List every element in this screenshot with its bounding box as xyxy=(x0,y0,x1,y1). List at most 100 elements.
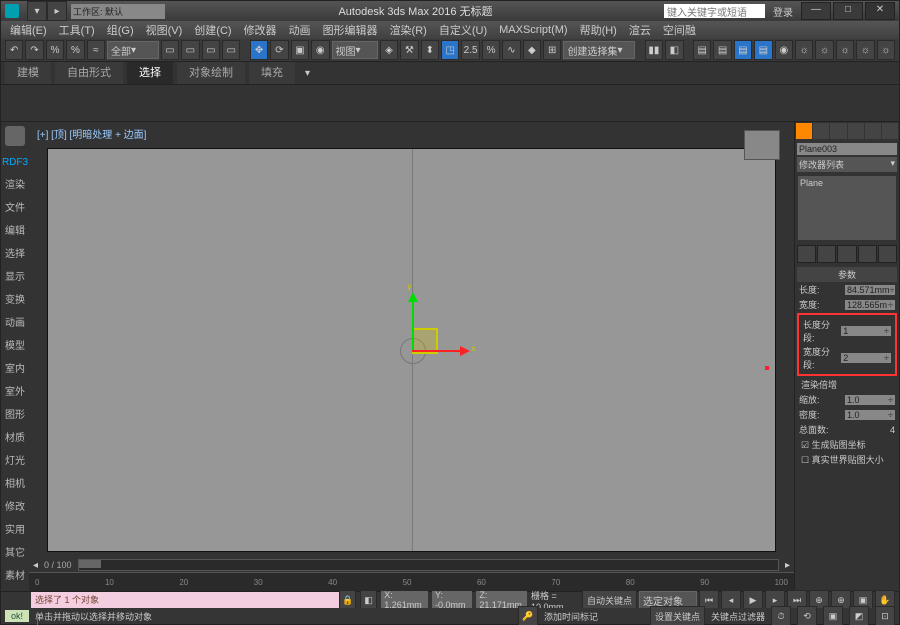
nav-misc-button[interactable]: ⊡ xyxy=(875,606,895,625)
left-tab[interactable]: 相机 xyxy=(5,472,25,493)
viewport-config-icon[interactable] xyxy=(5,126,25,146)
width-spinner[interactable]: 128.565m÷ xyxy=(845,300,895,310)
axis-button[interactable]: ◆ xyxy=(523,40,541,60)
rect-select-button[interactable]: ▭ xyxy=(202,40,220,60)
left-tab[interactable]: 实用 xyxy=(5,518,25,539)
menu-customize[interactable]: 自定义(U) xyxy=(434,22,492,38)
hierarchy-tab[interactable] xyxy=(830,123,846,139)
left-tab[interactable]: 室内 xyxy=(5,357,25,378)
menu-extra[interactable]: 空间融 xyxy=(658,22,701,38)
tab-objectpaint[interactable]: 对象绘制 xyxy=(177,62,245,84)
timeline-ruler[interactable]: 0 10 20 30 40 50 60 70 80 90 100 xyxy=(29,572,794,591)
nav-walk-button[interactable]: ◩ xyxy=(849,606,869,625)
tab-populate[interactable]: 填充 xyxy=(249,62,295,84)
undo-button[interactable]: ↶ xyxy=(5,40,23,60)
left-tab[interactable]: 显示 xyxy=(5,265,25,286)
login-link[interactable]: 登录 xyxy=(773,4,793,19)
left-tab[interactable]: RDF3 xyxy=(2,154,28,171)
left-tab[interactable]: 选择 xyxy=(5,242,25,263)
redo-button[interactable]: ↷ xyxy=(25,40,43,60)
scale-spinner[interactable]: 1.0÷ xyxy=(845,395,895,405)
menu-create[interactable]: 创建(C) xyxy=(189,22,236,38)
pivot-button[interactable]: ◈ xyxy=(380,40,398,60)
lock-button[interactable]: 🔒 xyxy=(339,590,356,610)
rotate-button[interactable]: ⟳ xyxy=(270,40,288,60)
render-button[interactable]: ☼ xyxy=(836,40,854,60)
rollup-parameters[interactable]: 参数 xyxy=(797,267,897,282)
menu-maxscript[interactable]: MAXScript(M) xyxy=(494,24,572,36)
display-tab[interactable] xyxy=(865,123,881,139)
link-button[interactable]: % xyxy=(46,40,64,60)
close-button[interactable]: ✕ xyxy=(865,2,895,20)
menu-render[interactable]: 渲染(R) xyxy=(385,22,432,38)
menu-graph[interactable]: 图形编辑器 xyxy=(318,22,383,38)
left-tab[interactable]: 其它 xyxy=(5,541,25,562)
mirror-button[interactable]: ▮▮ xyxy=(645,40,663,60)
bind-button[interactable]: ≈ xyxy=(87,40,105,60)
named-selection[interactable]: 创建选择集 ▾ xyxy=(563,41,635,59)
coord-button[interactable]: ◧ xyxy=(360,590,377,610)
titlebar-btn[interactable]: ▸ xyxy=(47,1,67,21)
menu-view[interactable]: 视图(V) xyxy=(141,22,188,38)
time-config-button[interactable]: ⏱ xyxy=(771,606,791,625)
time-range-button[interactable]: ▸ xyxy=(785,560,790,571)
selection-filter[interactable]: 全部 ▾ xyxy=(107,41,159,59)
object-name-field[interactable]: Plane003 xyxy=(797,143,897,155)
left-tab[interactable]: 渲染 xyxy=(5,173,25,194)
layer-explorer-button[interactable]: ▤ xyxy=(713,40,731,60)
left-tab[interactable]: 模型 xyxy=(5,334,25,355)
time-tag-button[interactable]: 🔑 xyxy=(518,606,538,625)
move-button[interactable]: ✥ xyxy=(250,40,268,60)
tab-selection[interactable]: 选择 xyxy=(127,62,173,84)
setkey-button[interactable]: 设置关键点 xyxy=(650,606,705,625)
spinner-snap-button[interactable]: ∿ xyxy=(502,40,520,60)
snap-toggle-button[interactable]: ◳ xyxy=(441,40,459,60)
density-spinner[interactable]: 1.0÷ xyxy=(845,410,895,420)
viewport[interactable]: x y xyxy=(47,148,776,552)
real-world-checkbox[interactable]: ☐ 真实世界贴图大小 xyxy=(801,453,893,466)
time-slider[interactable] xyxy=(78,559,779,571)
left-tab[interactable]: 编辑 xyxy=(5,219,25,240)
utilities-tab[interactable] xyxy=(882,123,898,139)
play-button[interactable]: ▶ xyxy=(743,590,763,610)
render-last-button[interactable]: ☼ xyxy=(856,40,874,60)
unlink-button[interactable]: % xyxy=(66,40,84,60)
render-frame-button[interactable]: ☼ xyxy=(815,40,833,60)
menu-group[interactable]: 组(G) xyxy=(102,22,139,38)
viewport-label[interactable]: [+] [顶] [明暗处理 + 边面] xyxy=(37,126,146,141)
tab-modeling[interactable]: 建模 xyxy=(5,62,51,84)
length-spinner[interactable]: 84.571mm÷ xyxy=(845,285,895,295)
snap-button[interactable]: ⬍ xyxy=(421,40,439,60)
modifier-list-dropdown[interactable]: 修改器列表▾ xyxy=(797,157,897,172)
axis-button[interactable]: ⊞ xyxy=(543,40,561,60)
maximize-button[interactable]: □ xyxy=(833,2,863,20)
length-segs-spinner[interactable]: 1÷ xyxy=(841,326,891,336)
render-prod-button[interactable]: ☼ xyxy=(877,40,895,60)
nav-max-button[interactable]: ▣ xyxy=(823,606,843,625)
motion-tab[interactable] xyxy=(848,123,864,139)
select-button[interactable]: ▭ xyxy=(161,40,179,60)
minimize-button[interactable]: — xyxy=(801,2,831,20)
create-tab[interactable] xyxy=(796,123,812,139)
layer-button[interactable]: ▤ xyxy=(693,40,711,60)
coord-y[interactable]: Y: -0.0mm xyxy=(432,590,472,610)
stack-btn[interactable] xyxy=(817,245,836,263)
align-button[interactable]: ◧ xyxy=(665,40,683,60)
left-tab[interactable]: 图形 xyxy=(5,403,25,424)
tab-freeform[interactable]: 自由形式 xyxy=(55,62,123,84)
time-range-button[interactable]: ◂ xyxy=(33,560,38,571)
left-tab[interactable]: 文件 xyxy=(5,196,25,217)
manip-button[interactable]: ⚒ xyxy=(400,40,418,60)
left-tab[interactable]: 室外 xyxy=(5,380,25,401)
scale-button[interactable]: ▣ xyxy=(291,40,309,60)
menu-edit[interactable]: 编辑(E) xyxy=(5,22,52,38)
stack-btn[interactable] xyxy=(878,245,897,263)
menu-tools[interactable]: 工具(T) xyxy=(54,22,100,38)
left-tab[interactable]: 修改 xyxy=(5,495,25,516)
workspace-dropdown[interactable]: 工作区: 默认 xyxy=(71,4,165,19)
placement-button[interactable]: ◉ xyxy=(311,40,329,60)
menu-modifiers[interactable]: 修改器 xyxy=(239,22,282,38)
select-name-button[interactable]: ▭ xyxy=(181,40,199,60)
left-tab[interactable]: 素材 xyxy=(5,564,25,585)
left-tab[interactable]: 变换 xyxy=(5,288,25,309)
